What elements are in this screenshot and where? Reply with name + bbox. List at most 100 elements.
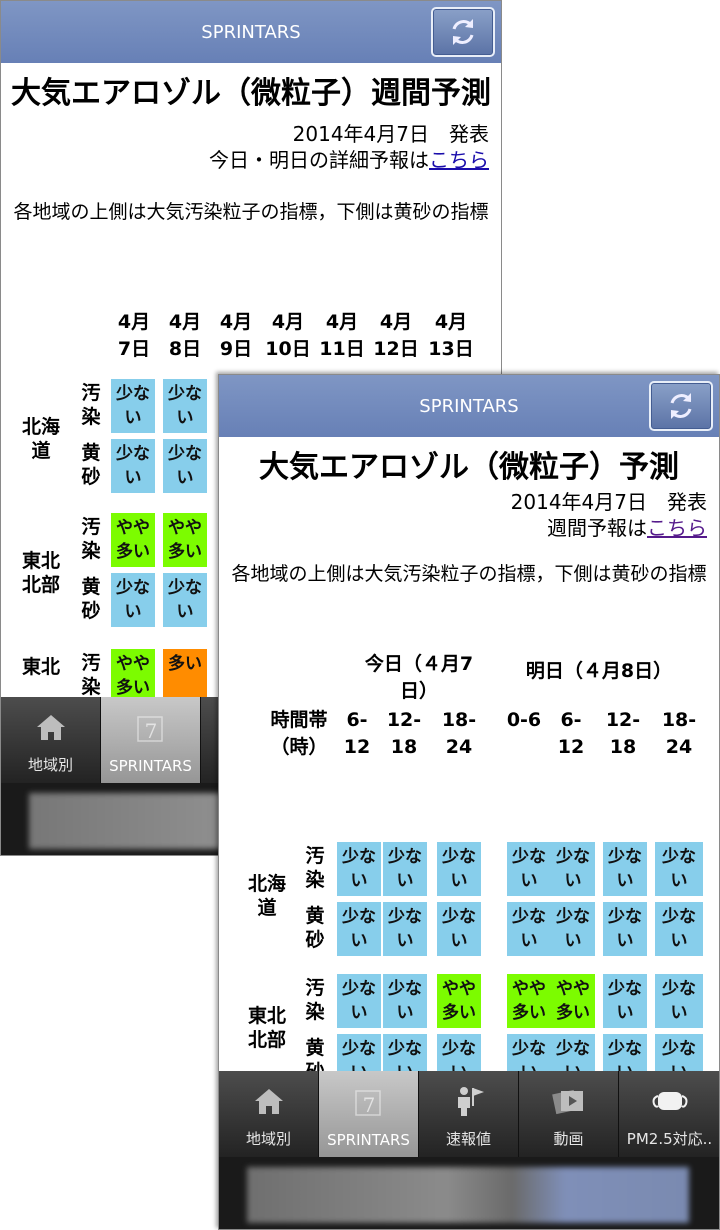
forecast-cell: 少ない <box>551 902 595 956</box>
forecast-cell: やや 多い <box>111 649 155 697</box>
forecast-cell: 少ない <box>655 902 703 956</box>
tab-realtime[interactable]: 速報値 <box>419 1071 519 1157</box>
tab-sprintars[interactable]: 7 SPRINTARS <box>319 1071 419 1157</box>
forecast-cell: 少ない <box>383 842 427 896</box>
tab-label: 地域別 <box>245 1130 291 1148</box>
forecast-cell: やや 多い <box>163 513 207 567</box>
home-icon <box>36 715 65 740</box>
home-icon <box>254 1089 283 1114</box>
date-header: 4月 12日 <box>373 311 419 360</box>
forecast-cell: やや 多い <box>507 974 551 1028</box>
row-label: 汚染 <box>305 977 325 1023</box>
refresh-icon <box>452 19 474 45</box>
tab-label: 速報値 <box>445 1130 491 1148</box>
region-name: 北海道 <box>247 873 286 919</box>
forecast-cell: 少ない <box>383 1034 427 1071</box>
refresh-button[interactable] <box>431 7 495 57</box>
forecast-cell: 少ない <box>337 842 381 896</box>
forecast-cell: 少ない <box>111 439 155 493</box>
forecast-cell: 少ない <box>111 379 155 433</box>
forecast-cell: 少ない <box>655 1034 703 1071</box>
refresh-icon <box>670 393 692 419</box>
tab-label: SPRINTARS <box>109 757 192 775</box>
today-header: 今日（４月7 日） <box>364 653 474 702</box>
forecast-cell: 少ない <box>551 1034 595 1071</box>
forecast-cell: 少ない <box>337 974 381 1028</box>
video-icon <box>551 1089 583 1115</box>
forecast-cell: 少ない <box>163 439 207 493</box>
forecast-cell: 少ない <box>603 842 647 896</box>
tab-label: SPRINTARS <box>327 1131 410 1149</box>
calendar-icon: 7 <box>136 716 163 743</box>
row-label: 黄砂 <box>305 905 325 951</box>
forecast-cell: 多い <box>163 649 207 697</box>
forecast-cell: 少ない <box>507 1034 551 1071</box>
tab-bar: 地域別 7 SPRINTARS 速報値 動画 PM2.5対応.. <box>219 1071 719 1157</box>
forecast-cell: 少ない <box>337 1034 381 1071</box>
forecast-cell: 少ない <box>383 902 427 956</box>
forecast-cell: 少ない <box>337 902 381 956</box>
flag-person-icon <box>457 1087 484 1116</box>
time-slot-header: 6- 12 <box>557 709 585 758</box>
region-name: 東北 北部 <box>247 1005 286 1051</box>
app-title-bar: SPRINTARS <box>219 375 719 437</box>
tab-label: 動画 <box>553 1130 584 1148</box>
svg-text:7: 7 <box>144 719 157 743</box>
forecast-cell: やや 多い <box>551 974 595 1028</box>
time-slot-header: 12- 18 <box>605 709 641 758</box>
row-label: 汚染 <box>81 516 101 562</box>
time-slot-header: 18- 24 <box>661 709 697 758</box>
forecast-cell: 少ない <box>603 1034 647 1071</box>
daily-grid: 今日（４月7 日） 明日（４月8日） 時間帯 （時） 6- 12 12- 18 18- 24 0-6 6… <box>219 437 719 1071</box>
row-label: 汚染 <box>81 652 101 697</box>
daily-forecast-screen: SPRINTARS 大気エアロゾル（微粒子）予測 2014年4月7日 発表 週間… <box>218 374 720 1230</box>
forecast-cell: 少ない <box>603 902 647 956</box>
date-header: 4月 10日 <box>265 311 311 360</box>
forecast-cell: 少ない <box>437 842 481 896</box>
svg-text:7: 7 <box>362 1093 375 1117</box>
ad-banner[interactable] <box>219 1157 719 1229</box>
region-name: 東北 <box>21 656 60 678</box>
forecast-cell: 少ない <box>437 1034 481 1071</box>
forecast-cell: 少ない <box>655 974 703 1028</box>
forecast-cell: 少ない <box>163 379 207 433</box>
forecast-cell: 少ない <box>551 842 595 896</box>
forecast-cell: 少ない <box>383 974 427 1028</box>
time-slot-header: 12- 18 <box>386 709 422 758</box>
tomorrow-header: 明日（４月8日） <box>525 660 673 682</box>
region-name: 北海道 <box>21 416 60 462</box>
region-name: 東北 北部 <box>21 550 60 596</box>
time-slot-header: 18- 24 <box>441 709 477 758</box>
tab-region[interactable]: 地域別 <box>219 1071 319 1157</box>
refresh-button[interactable] <box>649 381 713 431</box>
forecast-cell: 少ない <box>111 573 155 627</box>
forecast-cell: 少ない <box>655 842 703 896</box>
tab-label: PM2.5対応.. <box>626 1130 713 1148</box>
forecast-cell: 少ない <box>163 573 207 627</box>
forecast-cell: 少ない <box>603 974 647 1028</box>
tab-sprintars[interactable]: 7 SPRINTARS <box>101 697 201 783</box>
app-title-bar: SPRINTARS <box>1 1 501 63</box>
date-header: 4月 11日 <box>319 311 365 360</box>
row-label: 黄砂 <box>81 442 101 488</box>
forecast-cell: やや 多い <box>437 974 481 1028</box>
date-header: 4月 9日 <box>219 311 253 360</box>
app-title: SPRINTARS <box>419 395 519 417</box>
forecast-cell: 少ない <box>507 842 551 896</box>
app-title: SPRINTARS <box>201 21 301 43</box>
forecast-cell: やや 多い <box>111 513 155 567</box>
daily-content: 大気エアロゾル（微粒子）予測 2014年4月7日 発表 週間予報はこちら 各地域… <box>219 437 719 1071</box>
tab-label: 地域別 <box>27 756 73 774</box>
tab-region[interactable]: 地域別 <box>1 697 101 783</box>
forecast-cell: 少ない <box>437 902 481 956</box>
row-label: 汚染 <box>81 382 101 428</box>
tab-pm25[interactable]: PM2.5対応.. <box>619 1071 719 1157</box>
mask-icon <box>652 1092 687 1110</box>
row-label: 汚染 <box>305 845 325 891</box>
calendar-icon: 7 <box>354 1090 381 1117</box>
row-label: 黄砂 <box>81 576 101 622</box>
row-label: 黄砂 <box>305 1037 325 1071</box>
forecast-cell: 少ない <box>507 902 551 956</box>
date-header: 4月 13日 <box>428 311 474 360</box>
tab-video[interactable]: 動画 <box>519 1071 619 1157</box>
